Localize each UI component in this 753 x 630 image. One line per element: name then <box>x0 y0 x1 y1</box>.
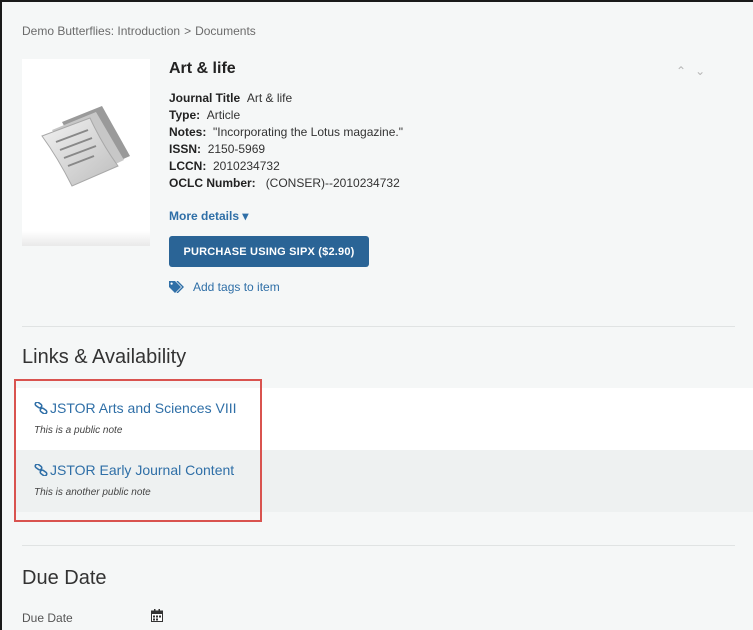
add-tags-label: Add tags to item <box>193 280 280 294</box>
detail-label: Type: <box>169 108 201 122</box>
highlight-box <box>14 379 262 522</box>
detail-label: Notes: <box>169 125 207 139</box>
detail-label: Journal Title <box>169 91 241 105</box>
breadcrumb: Demo Butterflies: Introduction > Documents <box>22 24 256 38</box>
purchase-sipx-button[interactable]: PURCHASE USING SIPX ($2.90) <box>169 236 369 267</box>
detail-label: OCLC Number: <box>169 176 256 190</box>
chevron-down-icon[interactable]: ⌄ <box>695 64 705 78</box>
detail-issn: ISSN: 2150-5969 <box>169 141 403 158</box>
breadcrumb-collection[interactable]: Demo Butterflies: Introduction <box>22 24 180 38</box>
detail-value: 2150-5969 <box>207 142 266 156</box>
document-thumbnail-icon <box>41 106 130 187</box>
record-title: Art & life <box>169 60 236 77</box>
detail-lccn: LCCN: 2010234732 <box>169 158 403 175</box>
record-page: Demo Butterflies: Introduction > Documents… <box>0 0 753 630</box>
detail-value: "Incorporating the Lotus magazine." <box>213 125 403 139</box>
record-details: Journal Title Art & life Type: Article N… <box>169 90 403 192</box>
calendar-icon[interactable] <box>151 609 163 622</box>
breadcrumb-current: Documents <box>195 24 256 38</box>
detail-value: Art & life <box>246 91 293 105</box>
detail-value: (CONSER)--2010234732 <box>265 176 400 190</box>
section-divider <box>22 326 735 327</box>
record-navigation: ⌃ ⌄ <box>676 64 714 78</box>
detail-type: Type: Article <box>169 107 403 124</box>
detail-value: Article <box>206 108 241 122</box>
document-thumbnail <box>22 59 150 246</box>
detail-journal-title: Journal Title Art & life <box>169 90 403 107</box>
detail-notes: Notes: "Incorporating the Lotus magazine… <box>169 124 403 141</box>
detail-oclc-number: OCLC Number: (CONSER)--2010234732 <box>169 175 403 192</box>
detail-label: ISSN: <box>169 142 202 156</box>
chevron-up-icon[interactable]: ⌃ <box>676 64 686 78</box>
tag-icon <box>169 280 184 294</box>
section-divider <box>22 545 735 546</box>
due-date-heading: Due Date <box>22 567 107 589</box>
due-date-label: Due Date <box>22 611 73 625</box>
add-tags-link[interactable]: Add tags to item <box>169 280 280 294</box>
links-availability-heading: Links & Availability <box>22 346 187 368</box>
more-details-toggle[interactable]: More details ▾ <box>169 209 248 223</box>
detail-value: 2010234732 <box>213 159 280 173</box>
detail-label: LCCN: <box>169 159 207 173</box>
breadcrumb-separator: > <box>184 24 192 38</box>
